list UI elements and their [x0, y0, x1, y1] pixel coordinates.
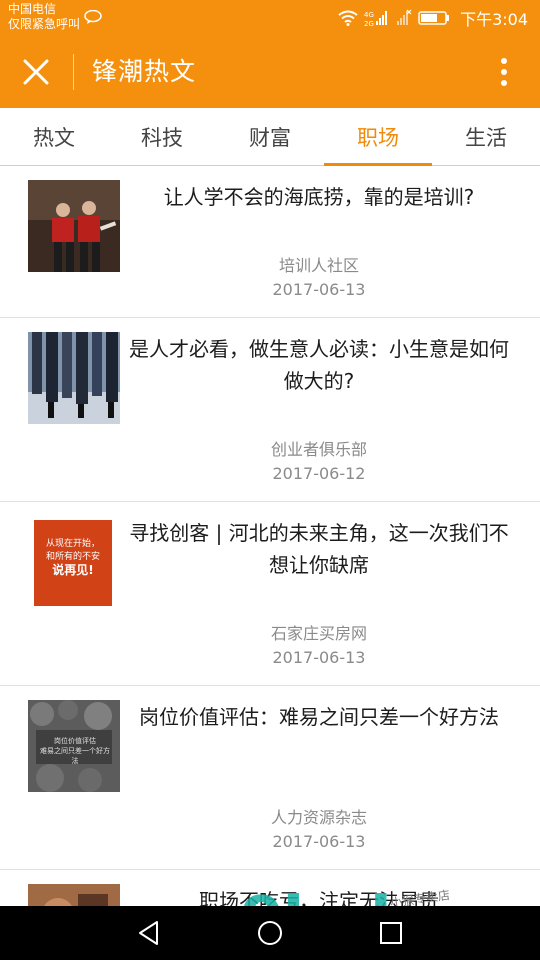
article-title: 让人学不会的海底捞，靠的是培训? [163, 185, 475, 209]
emergency-only-label: 仅限紧急呼叫 [8, 17, 81, 31]
close-button[interactable] [14, 50, 58, 94]
article-date: 2017-06-13 [272, 832, 366, 851]
tab-life[interactable]: 生活 [432, 108, 540, 166]
thumbnail-image [28, 332, 120, 424]
page-title: 锋潮热文 [92, 57, 197, 86]
back-triangle-icon [139, 921, 158, 945]
recents-square-icon [380, 922, 402, 944]
thumbnail-caption: 岗位价值评估 难易之间只差一个好方法 [38, 736, 112, 766]
article-source: 培训人社区 [278, 256, 359, 275]
article-title: 岗位价值评估：难易之间只差一个好方法 [139, 705, 499, 729]
list-item[interactable]: 是人才必看，做生意人必读：小生意是如何做大的? 创业者俱乐部 2017-06-1… [0, 318, 540, 502]
more-vertical-icon [501, 58, 507, 86]
article-thumbnail [28, 180, 120, 272]
thumbnail-caption-line: 从现在开始， [45, 539, 100, 549]
article-source: 创业者俱乐部 [270, 440, 367, 459]
article-title: 寻找创客 | 河北的未来主角，这一次我们不想让你缺席 [129, 521, 509, 577]
article-source: 人力资源杂志 [270, 808, 367, 827]
close-icon [23, 59, 49, 85]
article-date: 2017-06-12 [272, 464, 366, 483]
article-thumbnail: 岗位价值评估 难易之间只差一个好方法 [28, 700, 120, 792]
svg-text:4G: 4G [364, 11, 374, 19]
wifi-icon [338, 10, 358, 26]
chat-bubble-icon [84, 10, 102, 24]
carrier-name: 中国电信 [8, 2, 57, 16]
list-item[interactable]: 从现在开始， 和所有的不安 说再见! 寻找创客 | 河北的未来主角，这一次我们不… [0, 502, 540, 686]
signal-no-sim-icon [397, 9, 412, 25]
list-item[interactable]: 让人学不会的海底捞，靠的是培训? 培训人社区 2017-06-13 [0, 166, 540, 318]
thumbnail-caption-line: 岗位价值评估 [54, 737, 96, 745]
app-header: 锋潮热文 [0, 36, 540, 108]
thumbnail-caption: 从现在开始， 和所有的不安 说再见! [38, 538, 108, 577]
home-circle-icon [258, 921, 282, 945]
tab-tech[interactable]: 科技 [108, 108, 216, 166]
tab-workplace[interactable]: 职场 [324, 108, 432, 166]
system-nav-bar [0, 906, 540, 960]
status-bar: 中国电信 仅限紧急呼叫 4G 2G 下午3:04 [0, 0, 540, 36]
thumbnail-caption-line: 难易之间只差一个好方法 [40, 747, 110, 765]
thumbnail-caption-line: 说再见! [52, 563, 94, 577]
battery-icon [418, 11, 450, 25]
list-item[interactable]: 岗位价值评估 难易之间只差一个好方法 岗位价值评估：难易之间只差一个好方法 人力… [0, 686, 540, 870]
article-thumbnail [28, 332, 120, 424]
tab-wealth[interactable]: 财富 [216, 108, 324, 166]
back-button[interactable] [132, 916, 166, 950]
article-thumbnail: 从现在开始， 和所有的不安 说再见! [34, 520, 112, 606]
article-date: 2017-06-13 [272, 648, 366, 667]
carrier-info: 中国电信 仅限紧急呼叫 [8, 2, 80, 32]
header-divider [73, 54, 74, 90]
more-options-button[interactable] [486, 52, 522, 92]
tab-hot[interactable]: 热文 [0, 108, 108, 166]
article-date: 2017-06-13 [272, 280, 366, 299]
clock: 下午3:04 [460, 10, 528, 29]
article-source: 石家庄买房网 [270, 624, 367, 643]
home-button[interactable] [253, 916, 287, 950]
svg-text:2G: 2G [364, 20, 374, 27]
category-tabs: 热文 科技 财富 职场 生活 [0, 108, 540, 166]
recents-button[interactable] [374, 916, 408, 950]
thumbnail-image [28, 180, 120, 272]
signal-4g-icon: 4G 2G [364, 11, 388, 27]
system-indicators: 4G 2G 下午3:04 [338, 6, 528, 30]
article-title: 是人才必看，做生意人必读：小生意是如何做大的? [129, 337, 509, 393]
